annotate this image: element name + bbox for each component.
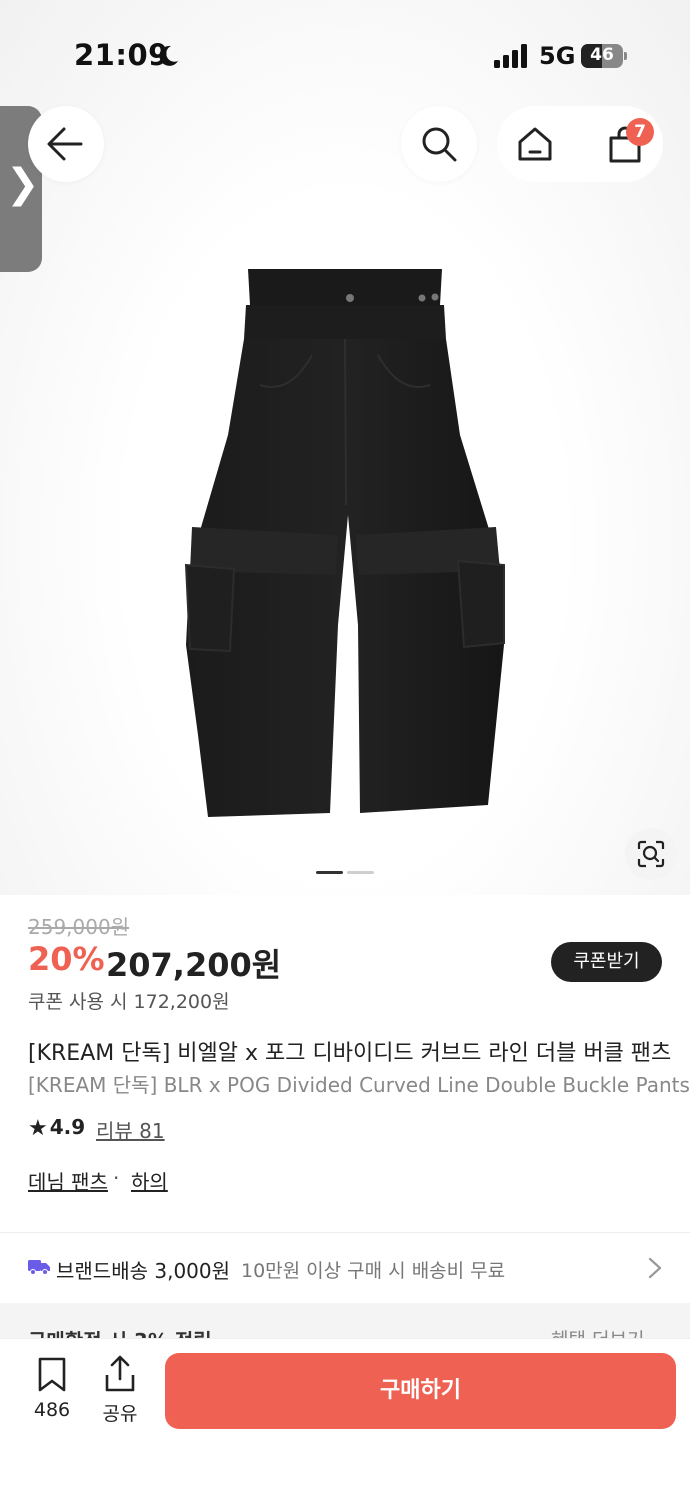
share-icon <box>105 1355 135 1392</box>
category-separator: · <box>113 1166 120 1190</box>
moon-icon <box>159 45 178 66</box>
status-time: 21:09 <box>74 38 169 72</box>
truck-icon <box>28 1260 50 1275</box>
rating-score: 4.9 <box>49 1115 86 1139</box>
product-title-korean: [KREAM 단독] 비엘알 x 포그 디바이디드 커브드 라인 더블 버클 팬… <box>28 1041 672 1066</box>
search-icon <box>422 127 457 162</box>
page-dot-active <box>316 871 343 874</box>
page-dot <box>347 871 374 874</box>
network-type: 5G <box>539 42 576 70</box>
home-icon[interactable] <box>517 126 553 162</box>
coupon-price: 쿠폰 사용 시 172,200원 <box>28 991 230 1013</box>
category-link-bottoms[interactable]: 하의 <box>131 1166 168 1195</box>
discount-rate: 20% <box>28 940 105 978</box>
chevron-right-icon <box>648 1257 662 1279</box>
bookmark-button[interactable]: 486 <box>28 1355 76 1425</box>
image-search-button[interactable] <box>625 828 677 880</box>
product-title-english: [KREAM 단독] BLR x POG Divided Curved Line… <box>28 1073 690 1097</box>
shipping-note: 10만원 이상 구매 시 배송비 무료 <box>241 1260 506 1282</box>
image-search-icon <box>637 840 665 868</box>
status-bar: 21:09 5G 46 <box>0 0 690 100</box>
shipping-label: 브랜드배송 3,000원 <box>56 1259 231 1283</box>
buy-button[interactable]: 구매하기 <box>165 1353 676 1429</box>
signal-icon <box>494 44 527 68</box>
rating: ★ 4.9 <box>28 1115 85 1141</box>
category-link-denim[interactable]: 데님 팬츠 <box>28 1166 108 1195</box>
sale-price: 207,200원 <box>106 946 282 984</box>
bookmark-count: 486 <box>33 1399 71 1421</box>
product-image <box>184 269 505 817</box>
benefit-banner[interactable]: 구매확정 시 3% 적립 혜택 더보기 <box>0 1303 690 1343</box>
chevron-right-icon[interactable]: ❯ <box>6 164 40 204</box>
bottom-action-bar: 486 공유 구매하기 <box>0 1338 690 1500</box>
battery-icon: 46 <box>581 44 627 68</box>
bookmark-icon <box>38 1357 66 1392</box>
share-label: 공유 <box>102 1403 138 1425</box>
star-icon: ★ <box>28 1116 48 1141</box>
original-price: 259,000원 <box>28 915 130 939</box>
shipping-info-row[interactable]: 브랜드배송 3,000원 10만원 이상 구매 시 배송비 무료 <box>0 1233 690 1303</box>
search-button[interactable] <box>401 106 477 182</box>
back-button[interactable] <box>28 106 104 182</box>
share-button[interactable]: 공유 <box>98 1355 142 1425</box>
battery-level: 46 <box>590 45 614 65</box>
cart-count-badge: 7 <box>626 118 654 146</box>
get-coupon-button[interactable]: 쿠폰받기 <box>551 942 662 982</box>
back-arrow-icon <box>47 127 83 161</box>
review-link[interactable]: 리뷰 81 <box>96 1115 165 1144</box>
